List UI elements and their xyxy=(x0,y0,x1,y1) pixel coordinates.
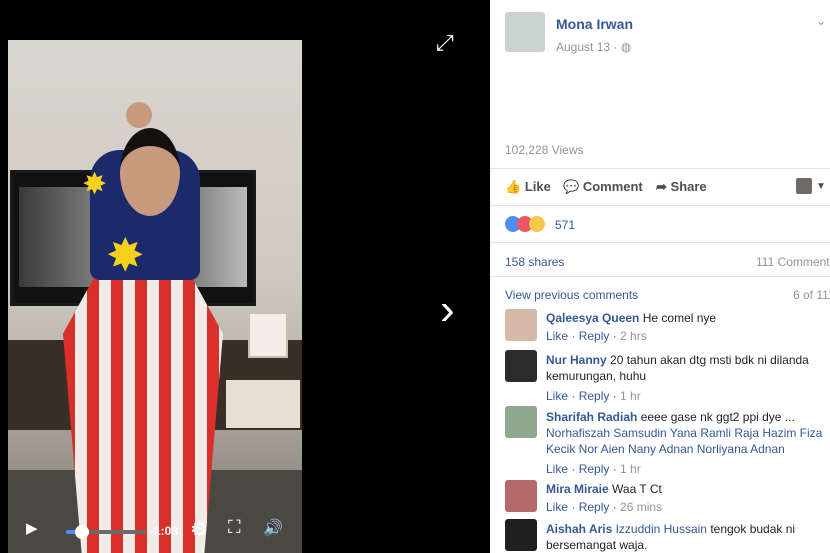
comment-like-link[interactable]: Like xyxy=(546,500,568,514)
comment-reply-link[interactable]: Reply xyxy=(579,389,610,403)
comment-text: He comel nye xyxy=(642,311,717,325)
comment-button[interactable]: 💬 Comment xyxy=(563,179,643,195)
comment-icon: 💬 xyxy=(563,179,580,194)
expand-icon[interactable]: ⤢ xyxy=(436,30,454,56)
share-arrow-icon: ➦ xyxy=(656,179,667,194)
action-bar: 👍 Like 💬 Comment ➦ Share ▼ xyxy=(490,168,830,206)
star-emblem: ✸ xyxy=(82,168,108,201)
comment-text: Waa T Ct xyxy=(612,482,662,496)
post-date[interactable]: August 13 xyxy=(556,40,610,54)
comment-time[interactable]: 26 mins xyxy=(620,500,662,514)
commenter-avatar[interactable] xyxy=(505,350,537,382)
progress-bar[interactable] xyxy=(66,525,146,539)
comment-pagination: 6 of 111 xyxy=(793,288,830,302)
play-icon[interactable]: ▶ xyxy=(26,519,38,537)
comment-reply-link[interactable]: Reply xyxy=(579,500,610,514)
like-button[interactable]: 👍 Like xyxy=(505,179,551,195)
commenter-name[interactable]: Sharifah Radiah xyxy=(546,410,637,424)
comment-item: Aishah Aris Izzuddin Hussain tengok buda… xyxy=(546,521,826,553)
view-previous-comments[interactable]: View previous comments xyxy=(505,288,638,302)
commenter-name[interactable]: Aishah Aris xyxy=(546,522,612,536)
commenter-name[interactable]: Mira Miraie xyxy=(546,482,609,496)
commenter-name[interactable]: Qaleesya Queen xyxy=(546,311,639,325)
star-emblem: ✸ xyxy=(106,229,145,281)
video-player[interactable]: ✸ ✸ xyxy=(8,40,302,553)
fullscreen-icon[interactable]: ⛶ xyxy=(228,517,241,538)
author-avatar[interactable] xyxy=(505,12,545,52)
next-arrow-icon[interactable]: › xyxy=(440,288,455,332)
reaction-count: 571 xyxy=(555,218,576,232)
comment-item: Qaleesya Queen He comel nye Like · Reply… xyxy=(546,311,717,343)
tagged-friends[interactable]: Norhafiszah Samsudin Yana Ramli Raja Haz… xyxy=(546,425,826,457)
gear-icon[interactable]: ⚙ xyxy=(190,517,208,542)
comment-like-link[interactable]: Like xyxy=(546,329,568,343)
commenter-avatar[interactable] xyxy=(505,406,537,438)
tagged-friends[interactable]: Izzuddin Hussain xyxy=(616,522,707,536)
comment-item: Sharifah Radiah eeee gase nk ggt2 ppi dy… xyxy=(546,409,826,477)
comment-reply-link[interactable]: Reply xyxy=(579,329,610,343)
comments-count[interactable]: 111 Comments xyxy=(756,255,830,269)
commenter-name[interactable]: Nur Hanny xyxy=(546,353,607,367)
comment-time[interactable]: 1 hr xyxy=(620,462,641,476)
author-name[interactable]: Mona Irwan xyxy=(556,16,633,32)
progress-handle[interactable] xyxy=(75,525,89,539)
commenter-avatar[interactable] xyxy=(505,309,537,341)
comment-item: Nur Hanny 20 tahun akan dtg msti bdk ni … xyxy=(546,353,809,403)
shares-count[interactable]: 158 shares xyxy=(505,255,564,269)
comment-item: Mira Miraie Waa T Ct Like · Reply · 26 m… xyxy=(546,482,663,514)
commenter-avatar[interactable] xyxy=(505,519,537,551)
comment-text: eeee gase nk ggt2 ppi dye ... xyxy=(640,410,795,424)
profile-selector-avatar[interactable] xyxy=(796,178,812,194)
comment-reply-link[interactable]: Reply xyxy=(579,462,610,476)
comment-like-link[interactable]: Like xyxy=(546,389,568,403)
chevron-down-icon[interactable]: ⌄ xyxy=(816,14,826,28)
time-remaining: -1:03 xyxy=(150,524,179,538)
thumbs-up-icon: 👍 xyxy=(505,179,522,194)
video-frame-striped-dress xyxy=(63,270,223,553)
caret-down-icon[interactable]: ▼ xyxy=(816,181,826,192)
globe-icon: · ◍ xyxy=(613,40,632,54)
view-count: 102,228 Views xyxy=(505,143,584,157)
volume-icon[interactable]: 🔊 xyxy=(263,518,283,538)
video-theater: ✸ ✸ ▶ -1:03 ⚙ ⛶ 🔊 ⤢ › xyxy=(0,0,490,553)
comment-like-link[interactable]: Like xyxy=(546,462,568,476)
commenter-avatar[interactable] xyxy=(505,480,537,512)
post-panel: Mona Irwan August 13 · ◍ ⌄ 102,228 Views… xyxy=(490,0,830,553)
share-button[interactable]: ➦ Share xyxy=(656,179,707,195)
comment-time[interactable]: 1 hr xyxy=(620,389,641,403)
comment-time[interactable]: 2 hrs xyxy=(620,329,647,343)
haha-reaction-icon xyxy=(529,216,545,232)
